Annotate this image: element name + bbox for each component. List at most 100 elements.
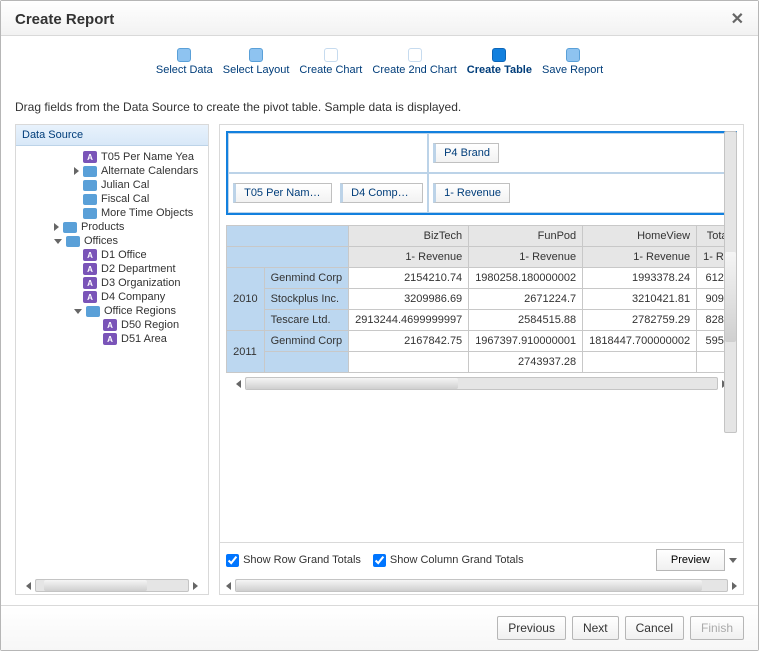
wizard-step-icon [177, 48, 191, 62]
twist-spacer [74, 251, 79, 259]
wizard-step-icon [249, 48, 263, 62]
next-button[interactable]: Next [572, 616, 619, 640]
twist-icon[interactable] [74, 167, 79, 175]
chevron-down-icon[interactable] [729, 558, 737, 563]
panel-hscroll[interactable] [220, 577, 743, 594]
data-cell: 1993378.24 [583, 268, 697, 289]
field-chip[interactable]: D4 Company [340, 183, 423, 203]
attribute-icon: A [83, 263, 97, 275]
scroll-left-icon[interactable] [26, 582, 31, 590]
wizard-step-icon [324, 48, 338, 62]
folder-icon [83, 194, 97, 205]
folder-icon [86, 306, 100, 317]
scroll-track[interactable] [245, 377, 718, 390]
wizard-step[interactable]: Create Chart [299, 48, 362, 76]
tree-item[interactable]: AT05 Per Name Yea [16, 150, 208, 164]
pivot-hscroll[interactable] [226, 375, 737, 392]
checkbox-icon[interactable] [373, 554, 386, 567]
tree-item[interactable]: AD3 Organization [16, 276, 208, 290]
tree-item[interactable]: More Time Objects [16, 206, 208, 220]
checkbox-icon[interactable] [226, 554, 239, 567]
tree-item-label: Offices [84, 235, 118, 247]
twist-spacer [74, 195, 79, 203]
tree-item[interactable]: Office Regions [16, 304, 208, 318]
wizard-step[interactable]: Select Data [156, 48, 213, 76]
wizard-step[interactable]: Save Report [542, 48, 603, 76]
col-header: BizTech [349, 226, 469, 247]
tree-item[interactable]: Products [16, 220, 208, 234]
table-row: 2010Genmind Corp2154210.741980258.180000… [227, 268, 737, 289]
twist-icon[interactable] [54, 239, 62, 244]
wizard-step-label: Create Chart [299, 64, 362, 76]
wizard-step-label: Select Layout [223, 64, 290, 76]
wizard-step-label: Save Report [542, 64, 603, 76]
scroll-left-icon[interactable] [226, 582, 231, 590]
scroll-thumb[interactable] [236, 580, 702, 591]
checkbox-label: Show Column Grand Totals [390, 554, 524, 566]
tree-item-label: More Time Objects [101, 207, 193, 219]
pivot-drop-zone[interactable]: P4 Brand T05 Per Name... D4 Company 1- Re… [226, 131, 737, 215]
data-source-tree[interactable]: AT05 Per Name YeaAlternate CalendarsJuli… [16, 146, 208, 577]
scroll-thumb[interactable] [44, 580, 147, 591]
tree-item[interactable]: AD51 Area [16, 332, 208, 346]
pivot-vscroll[interactable] [724, 131, 737, 433]
tree-item[interactable]: AD4 Company [16, 290, 208, 304]
data-source-panel: Data Source AT05 Per Name YeaAlternate C… [15, 124, 209, 595]
field-chip[interactable]: T05 Per Name... [233, 183, 332, 203]
instruction-text: Drag fields from the Data Source to crea… [15, 90, 744, 124]
scroll-thumb[interactable] [725, 252, 736, 342]
tree-item[interactable]: Alternate Calendars [16, 164, 208, 178]
scroll-thumb[interactable] [246, 378, 458, 389]
scroll-right-icon[interactable] [732, 582, 737, 590]
tree-item[interactable]: AD2 Department [16, 262, 208, 276]
data-cell: 1818447.700000002 [583, 331, 697, 352]
attribute-icon: A [83, 151, 97, 163]
row-header-company: Genmind Corp [264, 331, 349, 352]
cancel-button[interactable]: Cancel [625, 616, 684, 640]
scroll-left-icon[interactable] [236, 380, 241, 388]
tree-item[interactable]: A D1 Office [16, 248, 208, 262]
show-row-totals-checkbox[interactable]: Show Row Grand Totals [226, 554, 361, 567]
tree-item-label: Products [81, 221, 124, 233]
field-chip[interactable]: 1- Revenue [433, 183, 510, 203]
twist-icon[interactable] [54, 223, 59, 231]
attribute-icon: A [103, 333, 117, 345]
tree-item-label: Alternate Calendars [101, 165, 198, 177]
tree-item[interactable]: Julian Cal [16, 178, 208, 192]
wizard-step[interactable]: Create Table [467, 48, 532, 76]
wizard-step[interactable]: Create 2nd Chart [372, 48, 456, 76]
twist-icon[interactable] [74, 309, 82, 314]
scroll-track[interactable] [235, 579, 728, 592]
scroll-right-icon[interactable] [193, 582, 198, 590]
tree-item[interactable]: Offices [16, 234, 208, 248]
close-icon[interactable]: ✕ [731, 9, 744, 29]
previous-button[interactable]: Previous [497, 616, 566, 640]
wizard-train: Select Data Select Layout Create Chart Crea… [15, 42, 744, 90]
preview-button[interactable]: Preview [656, 549, 725, 571]
data-cell: 2743937.28 [469, 352, 583, 373]
drop-zone-columns[interactable]: P4 Brand [428, 133, 735, 173]
show-col-totals-checkbox[interactable]: Show Column Grand Totals [373, 554, 524, 567]
tree-item-label: D1 Office [101, 249, 147, 261]
finish-button[interactable]: Finish [690, 616, 744, 640]
attribute-icon: A [83, 249, 97, 261]
checkbox-label: Show Row Grand Totals [243, 554, 361, 566]
field-chip[interactable]: P4 Brand [433, 143, 499, 163]
tree-item[interactable]: Fiscal Cal [16, 192, 208, 206]
col-header: HomeView [583, 226, 697, 247]
twist-spacer [74, 153, 79, 161]
table-row: 2011Genmind Corp2167842.751967397.910000… [227, 331, 737, 352]
twist-spacer [74, 209, 79, 217]
data-source-hscroll[interactable] [16, 577, 208, 594]
drop-zone-rows[interactable]: T05 Per Name... D4 Company [228, 173, 428, 213]
preview-dropdown[interactable]: Preview [656, 549, 737, 571]
data-cell: 2913244.4699999997 [349, 310, 469, 331]
dialog-title: Create Report [15, 11, 114, 28]
folder-icon [83, 166, 97, 177]
drop-zone-sections[interactable] [228, 133, 428, 173]
drop-zone-measures[interactable]: 1- Revenue [428, 173, 735, 213]
tree-item[interactable]: AD50 Region [16, 318, 208, 332]
scroll-track[interactable] [35, 579, 189, 592]
wizard-step-icon [492, 48, 506, 62]
wizard-step[interactable]: Select Layout [223, 48, 290, 76]
